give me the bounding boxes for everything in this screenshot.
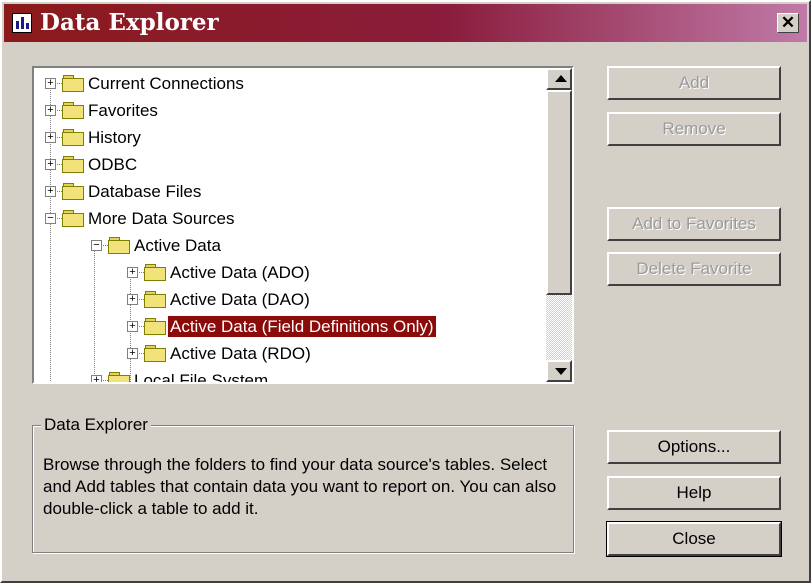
tree-viewport: + Current Connections + Favorites + History + O… xyxy=(34,68,546,382)
folder-icon xyxy=(108,237,130,254)
tree-scrollbar[interactable] xyxy=(546,68,572,382)
help-button[interactable]: Help xyxy=(607,476,781,510)
folder-icon xyxy=(62,183,84,200)
scroll-up-button[interactable] xyxy=(546,68,572,90)
folder-icon xyxy=(62,156,84,173)
tree-node-label[interactable]: More Data Sources xyxy=(86,208,236,229)
close-button[interactable]: Close xyxy=(606,521,782,557)
tree-node-label[interactable]: Active Data xyxy=(132,235,223,256)
tree-node-label[interactable]: Active Data (DAO) xyxy=(168,289,312,310)
data-source-tree[interactable]: + Current Connections + Favorites + History + O… xyxy=(32,66,574,384)
folder-icon xyxy=(108,372,130,382)
expand-icon[interactable]: + xyxy=(127,348,138,359)
expand-icon[interactable]: + xyxy=(45,186,56,197)
collapse-icon[interactable]: − xyxy=(91,240,102,251)
tree-node-label[interactable]: ODBC xyxy=(86,154,139,175)
remove-button[interactable]: Remove xyxy=(607,112,781,146)
folder-icon xyxy=(62,75,84,92)
scroll-down-button[interactable] xyxy=(546,360,572,382)
delete-favorite-button[interactable]: Delete Favorite xyxy=(607,252,781,286)
expand-icon[interactable]: + xyxy=(91,375,102,382)
data-explorer-dialog: Data Explorer ✕ + Current Connections + Fav… xyxy=(0,0,811,583)
folder-icon xyxy=(62,102,84,119)
tree-node-label[interactable]: Active Data (RDO) xyxy=(168,343,313,364)
options-button[interactable]: Options... xyxy=(607,430,781,464)
expand-icon[interactable]: + xyxy=(45,78,56,89)
close-window-button[interactable]: ✕ xyxy=(777,13,799,33)
scroll-thumb[interactable] xyxy=(546,90,572,295)
folder-icon xyxy=(62,210,84,227)
expand-icon[interactable]: + xyxy=(45,159,56,170)
tree-node-label[interactable]: History xyxy=(86,127,143,148)
arrow-down-icon xyxy=(555,368,567,375)
folder-icon xyxy=(144,264,166,281)
expand-icon[interactable]: + xyxy=(127,267,138,278)
window-title: Data Explorer xyxy=(40,9,219,36)
app-icon xyxy=(12,13,32,33)
add-button[interactable]: Add xyxy=(607,66,781,100)
folder-icon xyxy=(144,318,166,335)
folder-icon xyxy=(144,345,166,362)
add-to-favorites-button[interactable]: Add to Favorites xyxy=(607,207,781,241)
info-group-title: Data Explorer xyxy=(41,414,151,436)
close-icon: ✕ xyxy=(780,13,796,32)
info-group: Data Explorer Browse through the folders… xyxy=(32,414,574,553)
folder-icon xyxy=(62,129,84,146)
info-description: Browse through the folders to find your … xyxy=(43,455,557,518)
tree-node-label[interactable]: Active Data (ADO) xyxy=(168,262,312,283)
collapse-icon[interactable]: − xyxy=(45,213,56,224)
expand-icon[interactable]: + xyxy=(127,321,138,332)
expand-icon[interactable]: + xyxy=(45,105,56,116)
expand-icon[interactable]: + xyxy=(127,294,138,305)
folder-icon xyxy=(144,291,166,308)
title-bar[interactable]: Data Explorer ✕ xyxy=(4,4,807,42)
tree-node-label[interactable]: Local File System xyxy=(132,370,270,382)
arrow-up-icon xyxy=(555,75,567,82)
expand-icon[interactable]: + xyxy=(45,132,56,143)
tree-node-label[interactable]: Favorites xyxy=(86,100,160,121)
tree-node-label[interactable]: Active Data (Field Definitions Only) xyxy=(167,315,437,338)
tree-node-label[interactable]: Current Connections xyxy=(86,73,246,94)
tree-node-label[interactable]: Database Files xyxy=(86,181,203,202)
